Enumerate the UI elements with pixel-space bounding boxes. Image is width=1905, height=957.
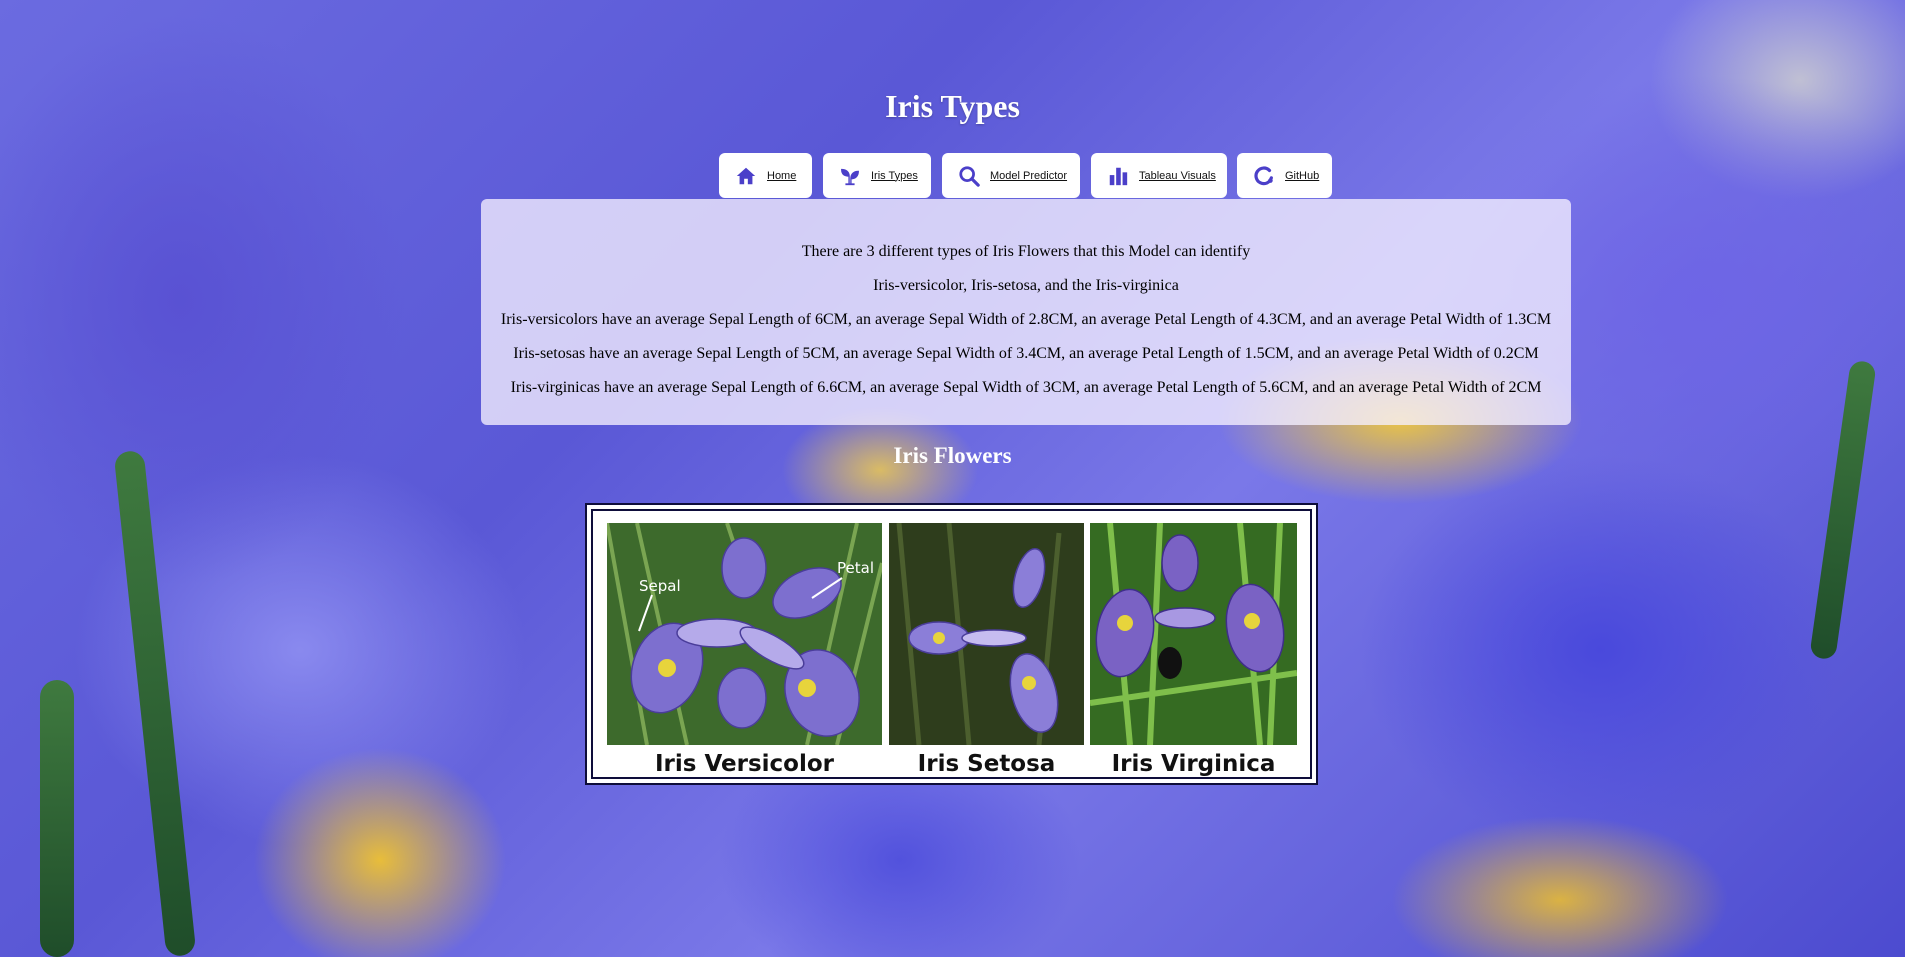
info-panel: There are 3 different types of Iris Flow… [481,199,1571,425]
iris-setosa-photo [889,523,1084,745]
nav-home-button[interactable]: Home [719,153,812,198]
info-line: Iris-versicolor, Iris-setosa, and the Ir… [873,277,1179,294]
iris-setosa-caption: Iris Setosa [917,751,1056,777]
iris-versicolor-photo: Sepal Petal [607,523,882,745]
nav-github-label: GitHub [1285,169,1320,182]
sepal-annotation: Sepal [639,577,681,595]
info-line: Iris-virginicas have an average Sepal Le… [510,379,1542,396]
sprout-icon [841,168,859,185]
info-line: There are 3 different types of Iris Flow… [801,243,1251,260]
petal-annotation: Petal [837,559,874,577]
nav-home-label: Home [767,169,797,182]
nav-tableau-visuals-label: Tableau Visuals [1139,169,1216,182]
nav-iris-types-button[interactable]: Iris Types [823,153,931,198]
iris-versicolor-caption: Iris Versicolor [654,751,834,777]
nav-bar: Home Iris Types Model Predictor Tableau … [0,153,1905,198]
iris-virginica-photo [1090,523,1297,745]
background-stem [1809,359,1877,661]
info-line: Iris-setosas have an average Sepal Lengt… [513,345,1539,362]
page-title: Iris Types [885,88,1020,124]
iris-gallery: Sepal Petal Iris Versicolor Iris Setosa [585,503,1318,785]
nav-model-predictor-button[interactable]: Model Predictor [942,153,1080,198]
nav-model-predictor-label: Model Predictor [990,169,1068,182]
background-stem [113,449,197,957]
github-icon [1254,165,1273,185]
home-icon [736,167,756,184]
info-line: Iris-versicolors have an average Sepal L… [500,311,1552,328]
nav-tableau-visuals-button[interactable]: Tableau Visuals [1091,153,1227,198]
iris-virginica-caption: Iris Virginica [1111,751,1276,777]
gallery-title: Iris Flowers [893,443,1012,468]
search-icon [959,165,980,187]
bar-chart-icon [1109,167,1128,185]
nav-iris-types-label: Iris Types [871,169,918,182]
background-stem [40,680,74,957]
gallery-inner-frame: Sepal Petal Iris Versicolor Iris Setosa [591,509,1312,779]
nav-github-button[interactable]: GitHub [1237,153,1332,198]
